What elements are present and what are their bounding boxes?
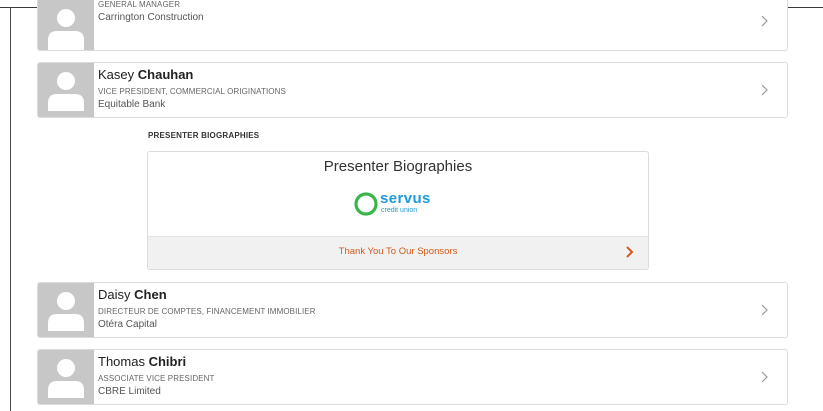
presenter-title: VICE PRESIDENT, COMMERCIAL ORIGINATIONS: [98, 87, 286, 96]
presenter-title: DIRECTEUR DE COMPTES, FINANCEMENT IMMOBI…: [98, 307, 316, 316]
chevron-right-icon: [761, 84, 768, 96]
presenter-first-name: Daisy: [98, 287, 131, 302]
presenter-first-name: Thomas: [98, 354, 145, 369]
avatar: [38, 63, 94, 117]
presenter-company: Carrington Construction: [98, 12, 204, 23]
chevron-right-icon: [761, 15, 768, 27]
presenter-last-name: Chen: [134, 287, 167, 302]
sponsors-link[interactable]: Thank You To Our Sponsors: [148, 246, 648, 257]
presenter-name: Thomas Chibri: [98, 354, 747, 370]
presenter-company: Equitable Bank: [98, 99, 166, 110]
presenter-info: GENERAL MANAGER Carrington Construction: [98, 0, 747, 25]
sponsor-logo[interactable]: servus credit union: [353, 190, 445, 217]
left-border-line: [10, 7, 11, 411]
presenter-card[interactable]: Daisy Chen DIRECTEUR DE COMPTES, FINANCE…: [37, 282, 788, 338]
logo-word: servus: [380, 190, 431, 207]
avatar: [38, 350, 94, 404]
section-label: PRESENTER BIOGRAPHIES: [148, 131, 260, 140]
panel-title: Presenter Biographies: [323, 158, 473, 175]
presenter-card[interactable]: Thomas Chibri ASSOCIATE VICE PRESIDENT C…: [37, 349, 788, 405]
chevron-right-icon: [761, 304, 768, 316]
presenter-card[interactable]: Kasey Chauhan VICE PRESIDENT, COMMERCIAL…: [37, 62, 788, 118]
logo-subtext: credit union: [381, 207, 418, 214]
avatar: [38, 283, 94, 337]
presenter-first-name: Kasey: [98, 67, 135, 82]
avatar: [38, 0, 94, 50]
presenter-biographies-panel: Presenter Biographies servus credit unio…: [147, 151, 649, 270]
presenter-info: Thomas Chibri ASSOCIATE VICE PRESIDENT C…: [98, 354, 747, 399]
presenter-info: Daisy Chen DIRECTEUR DE COMPTES, FINANCE…: [98, 287, 747, 332]
sponsors-link-bar[interactable]: Thank You To Our Sponsors: [148, 236, 648, 269]
servus-ring-icon: [354, 192, 378, 216]
person-silhouette-icon: [48, 359, 84, 398]
chevron-right-icon: [761, 371, 768, 383]
person-silhouette-icon: [48, 9, 84, 50]
presenter-company: Otéra Capital: [98, 319, 157, 330]
presenter-title: ASSOCIATE VICE PRESIDENT: [98, 374, 215, 383]
presenter-last-name: Chibri: [148, 354, 187, 369]
presenter-name: Kasey Chauhan: [98, 67, 747, 83]
presenter-company: CBRE Limited: [98, 386, 161, 397]
person-silhouette-icon: [48, 292, 84, 331]
chevron-right-icon: [626, 246, 634, 258]
presenter-info: Kasey Chauhan VICE PRESIDENT, COMMERCIAL…: [98, 67, 747, 112]
presenter-card[interactable]: GENERAL MANAGER Carrington Construction: [37, 0, 788, 51]
presenter-name: Daisy Chen: [98, 287, 747, 303]
person-silhouette-icon: [48, 72, 84, 111]
presenter-title: GENERAL MANAGER: [98, 0, 181, 9]
presenter-last-name: Chauhan: [137, 67, 194, 82]
